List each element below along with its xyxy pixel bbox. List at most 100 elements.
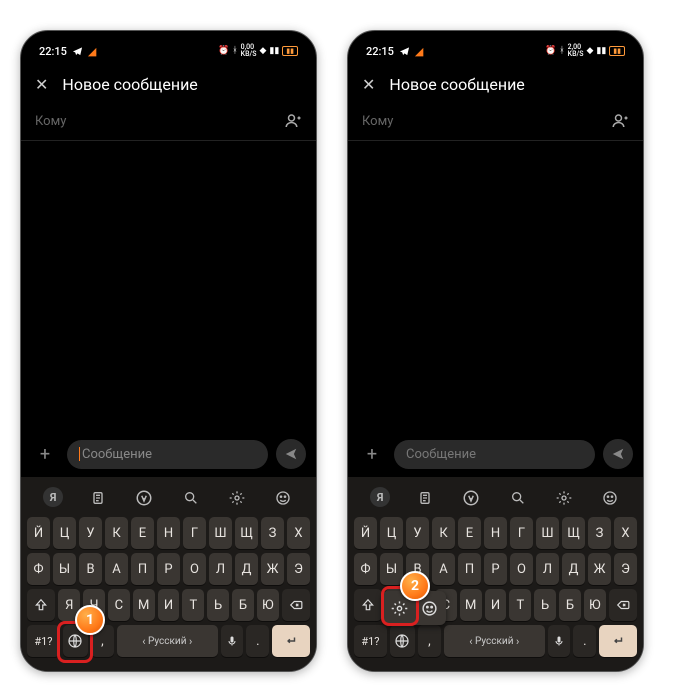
emoji-icon[interactable] [272, 487, 294, 509]
space-key[interactable]: ‹ Русский › [444, 625, 545, 657]
key-А[interactable]: А [432, 553, 455, 585]
key-Э[interactable]: Э [287, 553, 310, 585]
add-contact-icon[interactable] [611, 112, 629, 130]
yandex-icon[interactable]: Я [370, 487, 390, 507]
shift-key[interactable] [27, 589, 55, 621]
keyboard-toolbar: Я [25, 483, 312, 517]
clipboard-icon[interactable] [87, 487, 109, 509]
key-Ы[interactable]: Ы [53, 553, 76, 585]
symbols-key[interactable]: #1? [354, 625, 387, 657]
gear-icon[interactable] [553, 487, 575, 509]
clipboard-icon[interactable] [414, 487, 436, 509]
period-key[interactable]: . [246, 625, 269, 657]
key-Ц[interactable]: Ц [53, 517, 76, 549]
to-field-row[interactable]: Кому [21, 104, 316, 141]
key-Ю[interactable]: Ю [584, 589, 606, 621]
page-title: Новое сообщение [62, 75, 197, 94]
key-Т[interactable]: Т [182, 589, 204, 621]
shift-key[interactable] [354, 589, 382, 621]
key-О[interactable]: О [510, 553, 533, 585]
add-contact-icon[interactable] [284, 112, 302, 130]
close-icon[interactable]: ✕ [35, 75, 48, 94]
key-Ш[interactable]: Ш [209, 517, 232, 549]
key-Д[interactable]: Д [562, 553, 585, 585]
period-key[interactable]: . [573, 625, 596, 657]
send-button[interactable] [276, 439, 306, 469]
key-Х[interactable]: Х [614, 517, 637, 549]
key-О[interactable]: О [183, 553, 206, 585]
key-Д[interactable]: Д [235, 553, 258, 585]
key-Н[interactable]: Н [157, 517, 180, 549]
key-Е[interactable]: Е [458, 517, 481, 549]
translate-icon[interactable] [133, 487, 155, 509]
key-З[interactable]: З [261, 517, 284, 549]
key-В[interactable]: В [79, 553, 102, 585]
key-Ы[interactable]: Ы [380, 553, 403, 585]
keyboard-row-4: #1? , ‹ Русский › . [25, 625, 312, 657]
key-Ю[interactable]: Ю [257, 589, 279, 621]
key-К[interactable]: К [432, 517, 455, 549]
attach-button[interactable]: + [31, 440, 59, 468]
key-З[interactable]: З [588, 517, 611, 549]
backspace-key[interactable] [609, 589, 637, 621]
key-Ф[interactable]: Ф [27, 553, 50, 585]
send-button[interactable] [603, 439, 633, 469]
key-Р[interactable]: Р [484, 553, 507, 585]
attach-button[interactable]: + [358, 440, 386, 468]
key-У[interactable]: У [79, 517, 102, 549]
gear-icon[interactable] [226, 487, 248, 509]
voice-key[interactable] [221, 625, 244, 657]
key-Г[interactable]: Г [510, 517, 533, 549]
to-field-row[interactable]: Кому [348, 104, 643, 141]
key-Б[interactable]: Б [559, 589, 581, 621]
key-Т[interactable]: Т [509, 589, 531, 621]
search-icon[interactable] [180, 487, 202, 509]
enter-key[interactable] [599, 625, 637, 657]
key-Н[interactable]: Н [484, 517, 507, 549]
key-С[interactable]: С [108, 589, 130, 621]
key-Х[interactable]: Х [287, 517, 310, 549]
key-У[interactable]: У [406, 517, 429, 549]
space-key[interactable]: ‹ Русский › [117, 625, 218, 657]
key-М[interactable]: М [460, 589, 482, 621]
key-А[interactable]: А [105, 553, 128, 585]
key-Ш[interactable]: Ш [536, 517, 559, 549]
key-Й[interactable]: Й [27, 517, 50, 549]
key-П[interactable]: П [458, 553, 481, 585]
key-Щ[interactable]: Щ [562, 517, 585, 549]
key-Э[interactable]: Э [614, 553, 637, 585]
key-Ь[interactable]: Ь [534, 589, 556, 621]
search-icon[interactable] [507, 487, 529, 509]
key-И[interactable]: И [485, 589, 507, 621]
key-Ж[interactable]: Ж [588, 553, 611, 585]
key-Ж[interactable]: Ж [261, 553, 284, 585]
key-Ь[interactable]: Ь [207, 589, 229, 621]
key-Ц[interactable]: Ц [380, 517, 403, 549]
key-Ф[interactable]: Ф [354, 553, 377, 585]
translate-icon[interactable] [460, 487, 482, 509]
globe-key[interactable] [390, 625, 415, 657]
symbols-key[interactable]: #1? [27, 625, 60, 657]
key-И[interactable]: И [158, 589, 180, 621]
key-Г[interactable]: Г [183, 517, 206, 549]
backspace-key[interactable] [282, 589, 310, 621]
key-Б[interactable]: Б [232, 589, 254, 621]
key-Й[interactable]: Й [354, 517, 377, 549]
key-Щ[interactable]: Щ [235, 517, 258, 549]
enter-key[interactable] [272, 625, 310, 657]
key-Л[interactable]: Л [209, 553, 232, 585]
message-input[interactable]: Сообщение [67, 440, 268, 469]
message-input[interactable]: Сообщение [394, 440, 595, 469]
key-К[interactable]: К [105, 517, 128, 549]
key-Л[interactable]: Л [536, 553, 559, 585]
key-Р[interactable]: Р [157, 553, 180, 585]
key-М[interactable]: М [133, 589, 155, 621]
alarm-icon: ⏰ [218, 46, 229, 56]
emoji-icon[interactable] [599, 487, 621, 509]
key-Е[interactable]: Е [131, 517, 154, 549]
voice-key[interactable] [548, 625, 571, 657]
key-П[interactable]: П [131, 553, 154, 585]
comma-key[interactable]: , [418, 625, 441, 657]
close-icon[interactable]: ✕ [362, 75, 375, 94]
yandex-icon[interactable]: Я [43, 487, 63, 507]
